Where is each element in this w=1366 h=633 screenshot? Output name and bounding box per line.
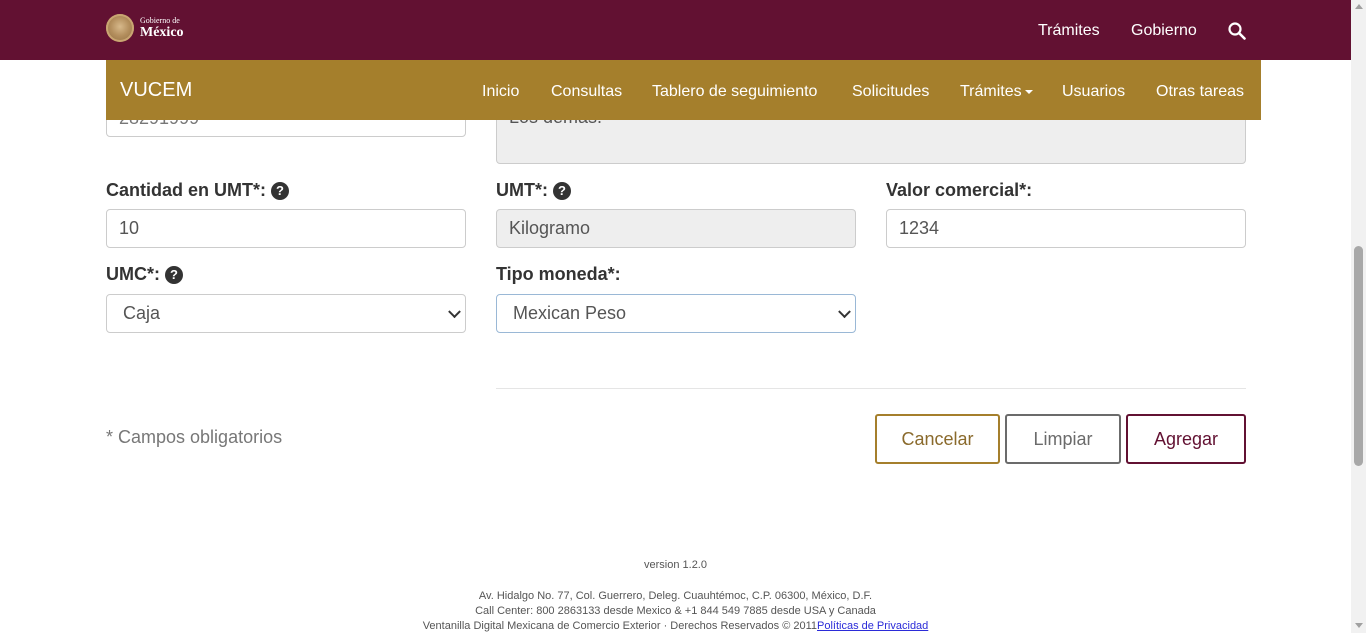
nav-item-usuarios[interactable]: Usuarios [1062, 83, 1125, 101]
vucem-brand[interactable]: VUCEM [120, 79, 192, 102]
help-icon[interactable]: ? [165, 265, 183, 284]
scrollbar-thumb[interactable] [1354, 246, 1363, 466]
header-link-tramites[interactable]: Trámites [1038, 22, 1100, 40]
help-icon[interactable]: ? [553, 181, 571, 200]
chevron-down-icon [838, 304, 851, 318]
top-header: Gobierno de México Trámites Gobierno [0, 0, 1351, 60]
caret-down-icon [1024, 89, 1033, 94]
valor-comercial-label: Valor comercial*: [886, 180, 1033, 200]
clear-button[interactable]: Limpiar [1005, 414, 1121, 464]
help-icon[interactable]: ? [271, 181, 289, 200]
cantidad-umt-label: Cantidad en UMT*: ? [106, 180, 289, 201]
header-link-gobierno[interactable]: Gobierno [1131, 22, 1197, 40]
form-divider [496, 388, 1246, 389]
chevron-down-icon [448, 304, 461, 318]
add-button[interactable]: Agregar [1126, 414, 1246, 464]
scroll-up-icon[interactable] [1355, 4, 1363, 9]
nav-item-solicitudes[interactable]: Solicitudes [852, 83, 929, 101]
logo-title: México [140, 24, 184, 40]
umc-label: UMC*: ? [106, 264, 183, 285]
nav-item-consultas[interactable]: Consultas [551, 83, 622, 101]
mexico-seal-icon [106, 14, 134, 42]
privacy-link[interactable]: Políticas de Privacidad [817, 620, 928, 632]
nav-item-otras-tareas[interactable]: Otras tareas [1156, 83, 1244, 101]
footer-callcenter: Call Center: 800 2863133 desde Mexico & … [475, 605, 876, 617]
vucem-navbar: VUCEM Inicio Consultas Tablero de seguim… [106, 60, 1261, 120]
tipo-moneda-label: Tipo moneda*: [496, 264, 621, 284]
footer-version: version 1.2.0 [644, 559, 707, 571]
tipo-moneda-select[interactable]: Mexican Peso [496, 294, 856, 333]
nav-item-tramites-dropdown[interactable]: Trámites [960, 83, 1033, 101]
required-fields-note: * Campos obligatorios [106, 427, 283, 447]
logo-subtitle: Gobierno de [140, 15, 180, 25]
footer-address: Av. Hidalgo No. 77, Col. Guerrero, Deleg… [478, 590, 873, 602]
umt-label: UMT*: ? [496, 180, 571, 201]
cancel-button[interactable]: Cancelar [875, 414, 1000, 464]
nav-item-inicio[interactable]: Inicio [482, 83, 519, 101]
footer-rights: Ventanilla Digital Mexicana de Comercio … [422, 620, 929, 632]
scroll-down-icon[interactable] [1355, 623, 1363, 628]
cantidad-umt-input[interactable]: 10 [106, 209, 466, 248]
gobierno-mexico-logo[interactable]: Gobierno de México [106, 14, 184, 42]
umt-input: Kilogramo [496, 209, 856, 248]
umc-select[interactable]: Caja [106, 294, 466, 333]
nav-item-tramites-label: Trámites [960, 83, 1022, 100]
valor-comercial-input[interactable]: 1234 [886, 209, 1246, 248]
nav-item-tablero[interactable]: Tablero de seguimiento [652, 83, 817, 101]
search-icon[interactable] [1228, 22, 1246, 40]
